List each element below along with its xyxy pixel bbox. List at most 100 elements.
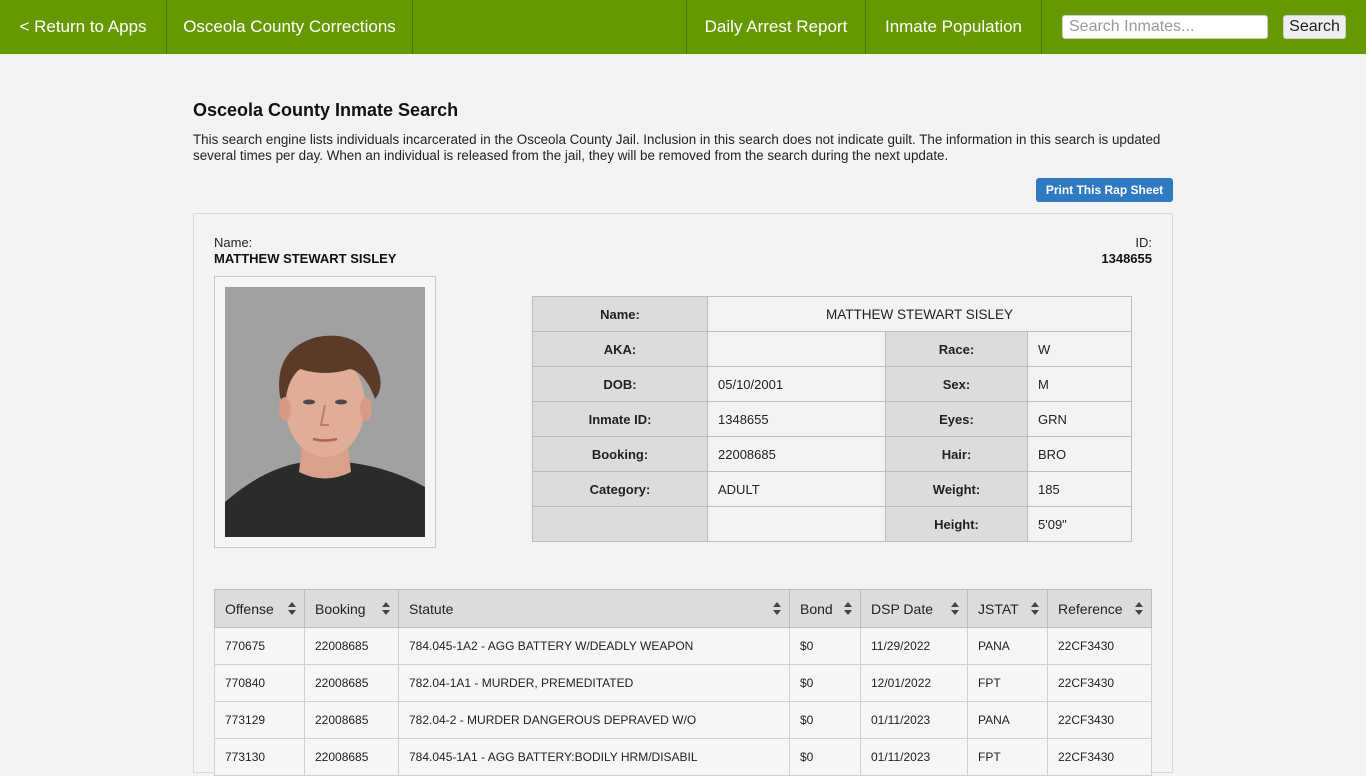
weight-value: 185	[1027, 471, 1132, 507]
offenses-table: Offense Booking Statute Bond DSP Date JS…	[214, 589, 1152, 776]
offense-cell: 770675	[214, 627, 305, 665]
booking-cell: 22008685	[304, 664, 399, 702]
dob-label: DOB:	[532, 366, 708, 402]
hair-value: BRO	[1027, 436, 1132, 472]
col-jstat-header[interactable]: JSTAT	[967, 589, 1048, 628]
col-bond-header[interactable]: Bond	[789, 589, 861, 628]
sex-label: Sex:	[885, 366, 1028, 402]
sort-icon	[1031, 602, 1039, 615]
inmate-details-table: Name: MATTHEW STEWART SISLEY AKA: Race: …	[532, 296, 1132, 542]
col-offense-header[interactable]: Offense	[214, 589, 305, 628]
eyes-label: Eyes:	[885, 401, 1028, 437]
reference-cell: 22CF3430	[1047, 701, 1152, 739]
bond-cell: $0	[789, 701, 861, 739]
details-row: Booking: 22008685 Hair: BRO	[532, 436, 1132, 472]
offenses-header-row: Offense Booking Statute Bond DSP Date JS…	[214, 589, 1152, 628]
daily-arrest-report-link[interactable]: Daily Arrest Report	[687, 0, 865, 54]
brand-link[interactable]: Osceola County Corrections	[167, 0, 412, 54]
dsp-date-cell: 01/11/2023	[860, 738, 968, 776]
statute-cell: 784.045-1A1 - AGG BATTERY:BODILY HRM/DIS…	[398, 738, 790, 776]
booking-label: Booking:	[532, 436, 708, 472]
details-row: Height: 5'09"	[532, 506, 1132, 542]
inmate-id: 1348655	[1101, 251, 1152, 266]
statute-cell: 782.04-1A1 - MURDER, PREMEDITATED	[398, 664, 790, 702]
inmate-population-link[interactable]: Inmate Population	[866, 0, 1041, 54]
name-value: MATTHEW STEWART SISLEY	[707, 296, 1132, 332]
sort-icon	[288, 602, 296, 615]
eyes-value: GRN	[1027, 401, 1132, 437]
sex-value: M	[1027, 366, 1132, 402]
reference-cell: 22CF3430	[1047, 664, 1152, 702]
inmate-id-label: ID:	[1135, 235, 1152, 250]
col-dsp-date-label: DSP Date	[871, 600, 933, 617]
sort-icon	[773, 602, 781, 615]
search-inmates-input[interactable]	[1062, 15, 1268, 39]
weight-label: Weight:	[885, 471, 1028, 507]
jstat-cell: FPT	[967, 664, 1048, 702]
empty-value	[707, 506, 886, 542]
col-booking-header[interactable]: Booking	[304, 589, 399, 628]
details-row: Category: ADULT Weight: 185	[532, 471, 1132, 507]
jstat-cell: FPT	[967, 738, 1048, 776]
nav-divider	[1041, 0, 1042, 54]
sort-icon	[1135, 602, 1143, 615]
nav-divider	[412, 0, 413, 54]
bond-cell: $0	[789, 664, 861, 702]
race-label: Race:	[885, 331, 1028, 367]
table-row: 770840 22008685 782.04-1A1 - MURDER, PRE…	[214, 664, 1152, 702]
name-label: Name:	[532, 296, 708, 332]
dsp-date-cell: 11/29/2022	[860, 627, 968, 665]
dsp-date-cell: 12/01/2022	[860, 664, 968, 702]
mugshot-frame	[214, 276, 436, 548]
category-value: ADULT	[707, 471, 886, 507]
print-rap-sheet-button[interactable]: Print This Rap Sheet	[1036, 178, 1173, 202]
height-value: 5'09"	[1027, 506, 1132, 542]
sort-icon	[382, 602, 390, 615]
return-to-apps-link[interactable]: < Return to Apps	[0, 0, 166, 54]
intro-text: This search engine lists individuals inc…	[193, 132, 1161, 163]
details-row: Name: MATTHEW STEWART SISLEY	[532, 296, 1132, 332]
race-value: W	[1027, 331, 1132, 367]
booking-cell: 22008685	[304, 738, 399, 776]
offense-cell: 773130	[214, 738, 305, 776]
category-label: Category:	[532, 471, 708, 507]
dob-value: 05/10/2001	[707, 366, 886, 402]
height-label: Height:	[885, 506, 1028, 542]
details-row: AKA: Race: W	[532, 331, 1132, 367]
statute-cell: 782.04-2 - MURDER DANGEROUS DEPRAVED W/O	[398, 701, 790, 739]
search-button[interactable]: Search	[1283, 15, 1346, 39]
col-statute-header[interactable]: Statute	[398, 589, 790, 628]
page-title: Osceola County Inmate Search	[193, 100, 459, 120]
inmate-id-value: 1348655	[707, 401, 886, 437]
dsp-date-cell: 01/11/2023	[860, 701, 968, 739]
bond-cell: $0	[789, 627, 861, 665]
col-bond-label: Bond	[800, 600, 833, 617]
statute-cell: 784.045-1A2 - AGG BATTERY W/DEADLY WEAPO…	[398, 627, 790, 665]
booking-cell: 22008685	[304, 627, 399, 665]
mugshot-photo	[225, 287, 425, 537]
col-reference-header[interactable]: Reference	[1047, 589, 1152, 628]
booking-cell: 22008685	[304, 701, 399, 739]
offense-cell: 773129	[214, 701, 305, 739]
col-reference-label: Reference	[1058, 600, 1123, 617]
bond-cell: $0	[789, 738, 861, 776]
aka-label: AKA:	[532, 331, 708, 367]
table-row: 773130 22008685 784.045-1A1 - AGG BATTER…	[214, 738, 1152, 776]
reference-cell: 22CF3430	[1047, 627, 1152, 665]
col-offense-label: Offense	[225, 600, 274, 617]
booking-value: 22008685	[707, 436, 886, 472]
inmate-name-label: Name:	[214, 235, 253, 250]
col-dsp-date-header[interactable]: DSP Date	[860, 589, 968, 628]
table-row: 773129 22008685 782.04-2 - MURDER DANGER…	[214, 701, 1152, 739]
hair-label: Hair:	[885, 436, 1028, 472]
inmate-id-label-cell: Inmate ID:	[532, 401, 708, 437]
jstat-cell: PANA	[967, 627, 1048, 665]
col-jstat-label: JSTAT	[978, 600, 1019, 617]
details-row: DOB: 05/10/2001 Sex: M	[532, 366, 1132, 402]
inmate-name: MATTHEW STEWART SISLEY	[214, 251, 397, 266]
jstat-cell: PANA	[967, 701, 1048, 739]
top-nav: < Return to Apps Osceola County Correcti…	[0, 0, 1366, 54]
col-booking-label: Booking	[315, 600, 366, 617]
empty-label	[532, 506, 708, 542]
sort-icon	[844, 602, 852, 615]
